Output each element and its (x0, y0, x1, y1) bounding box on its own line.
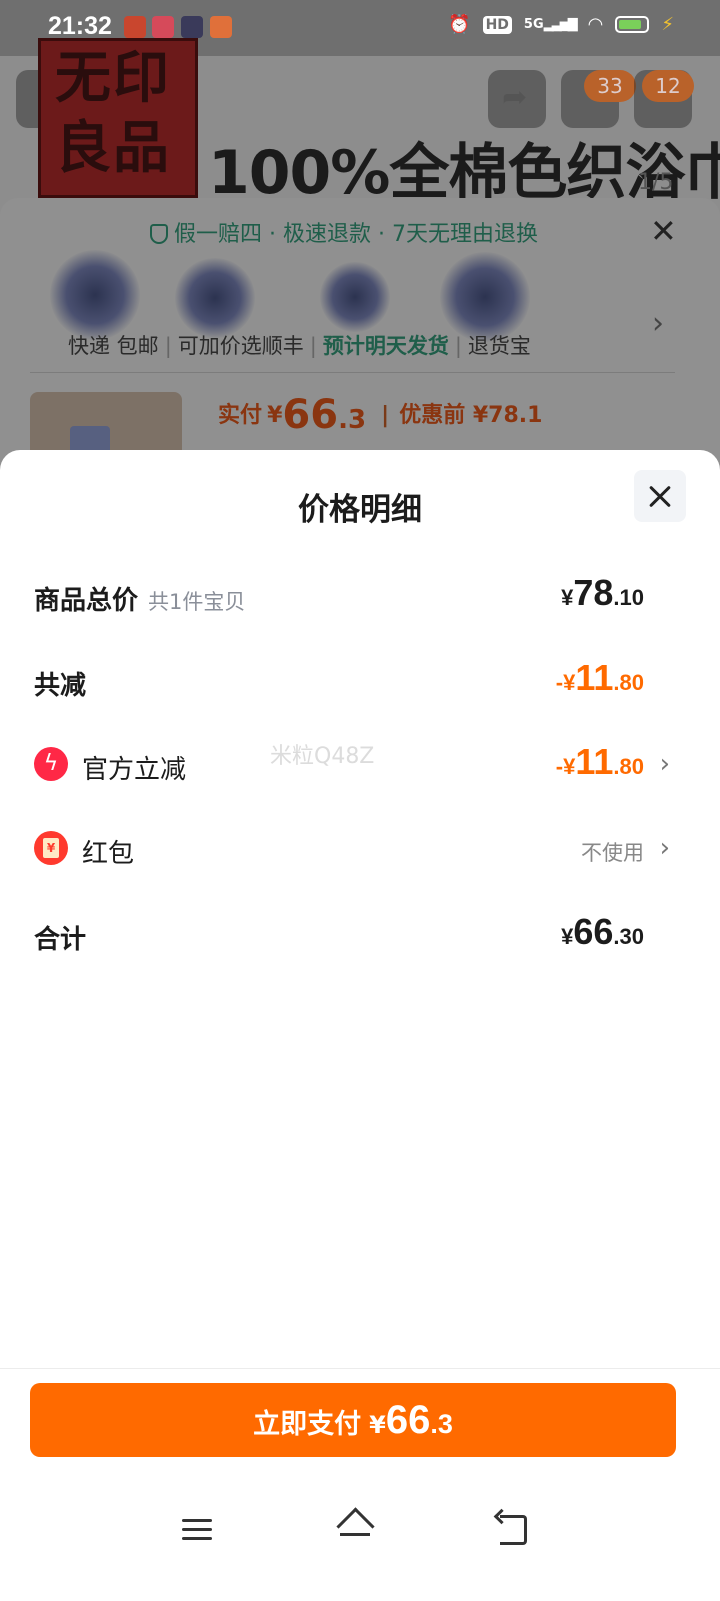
background-price: 实付 ¥66.3 | 优惠前 ¥78.1 (218, 392, 543, 438)
app-notification-icon (124, 16, 146, 38)
row-label: 红包 (82, 839, 135, 869)
app-notification-icon (210, 16, 232, 38)
status-time: 21:32 (48, 12, 112, 40)
row-label: 官方立减 (82, 755, 187, 785)
menu-icon[interactable] (178, 1509, 218, 1549)
row-red-packet[interactable]: 红包 不使用 › (34, 821, 670, 877)
alarm-icon: ⏰ (448, 14, 471, 35)
chevron-right-icon[interactable]: › (652, 306, 664, 341)
item-count: 共1件宝贝 (148, 590, 246, 614)
hd-icon: HD (482, 15, 512, 34)
signal-icon: 5G▂▃▅▇ (523, 17, 578, 32)
home-icon[interactable] (334, 1509, 374, 1549)
red-packet-value: 不使用 (581, 841, 644, 865)
image-indicator: 1/5 (638, 170, 674, 195)
row-total-reduction: 共减 -¥11.80 (34, 653, 670, 709)
lightning-icon: ϟ (34, 747, 68, 781)
row-goods-total: 商品总价 共1件宝贝 ¥78.10 (34, 568, 670, 624)
share-icon: ➦ (502, 80, 528, 115)
row-label: 商品总价 共1件宝贝 (34, 586, 246, 616)
battery-icon (615, 16, 650, 33)
shipping-info-row: 快递 包邮 | 可加价选顺丰 | 预计明天发货 | 退货宝 (68, 334, 531, 358)
divider (30, 372, 675, 373)
row-grand-total: 合计 ¥66.30 (34, 907, 670, 963)
price-detail-sheet: 价格明细 商品总价 共1件宝贝 ¥78.10 共减 -¥11.80 ϟ 官方立减 … (0, 450, 720, 1601)
status-icons: ⏰ HD 5G▂▃▅▇ ◠ ⚡ (448, 14, 674, 35)
grand-total-value: ¥66.30 (561, 911, 644, 952)
close-button[interactable] (634, 470, 686, 522)
message-count-badge: 12 (642, 70, 694, 102)
charging-icon: ⚡ (661, 14, 674, 35)
back-icon[interactable] (492, 1509, 532, 1549)
red-packet-icon (34, 831, 68, 865)
sheet-title: 价格明细 (298, 492, 422, 528)
redacted-blur (175, 258, 255, 338)
wifi-icon: ◠ (587, 14, 604, 35)
row-label: 共减 (34, 671, 87, 701)
official-discount-value: -¥11.80 (555, 741, 644, 782)
chevron-right-icon: › (659, 833, 670, 863)
redacted-blur (320, 262, 390, 332)
brand-logo: 无印 良品 (38, 38, 198, 198)
share-button[interactable]: ➦ (488, 70, 546, 128)
redacted-blur (50, 250, 140, 340)
chevron-right-icon: › (659, 749, 670, 779)
goods-total-value: ¥78.10 (561, 572, 644, 613)
pay-now-button[interactable]: 立即支付 ¥66.3 (30, 1383, 676, 1457)
cart-count-badge: 33 (584, 70, 636, 102)
guarantee-banner: 假一赔四 · 极速退款 · 7天无理由退换 (150, 216, 538, 248)
shield-check-icon (150, 224, 168, 244)
bottom-action-bar: 立即支付 ¥66.3 (0, 1368, 720, 1601)
total-reduction-value: -¥11.80 (555, 657, 644, 698)
row-label: 合计 (34, 925, 87, 955)
app-notification-icon (181, 16, 203, 38)
watermark: 米粒Q48Z (270, 744, 375, 769)
app-notification-icon (152, 16, 174, 38)
sku-sheet-close-icon[interactable]: ✕ (650, 212, 677, 250)
redacted-blur (440, 252, 530, 342)
